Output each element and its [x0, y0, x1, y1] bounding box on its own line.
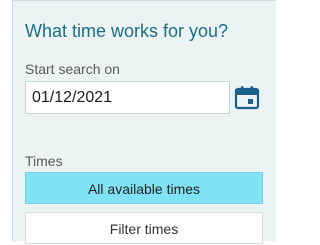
- panel-title: What time works for you?: [25, 21, 229, 41]
- calendar-icon: [234, 86, 260, 110]
- calendar-button[interactable]: [233, 85, 261, 111]
- start-search-label: Start search on: [25, 61, 120, 77]
- filter-times-button[interactable]: Filter times: [25, 212, 263, 244]
- start-date-input[interactable]: [25, 81, 230, 114]
- time-selection-panel: What time works for you? Start search on…: [12, 0, 276, 244]
- all-available-times-button[interactable]: All available times: [25, 172, 263, 204]
- times-label: Times: [25, 153, 63, 169]
